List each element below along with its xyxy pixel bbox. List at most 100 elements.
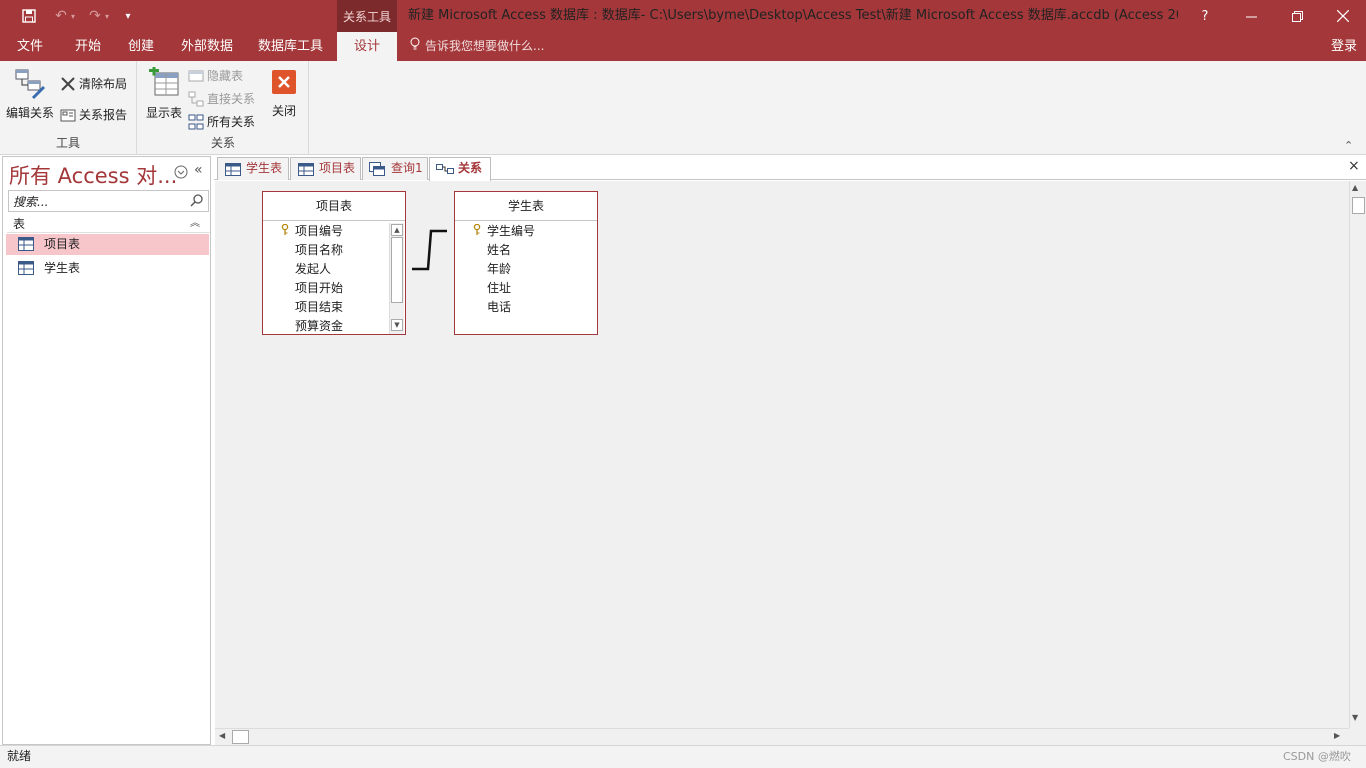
tab-relationships[interactable]: 关系 xyxy=(429,157,491,181)
nav-collapse-icon[interactable]: « xyxy=(194,162,203,178)
relationships-canvas[interactable]: 项目表 项目编号 项目名称 发起人 项目开始 项目结束 预算资金 ▲ ▼ 学生表… xyxy=(215,181,1349,728)
collapse-ribbon-icon[interactable]: ⌃ xyxy=(1344,139,1353,152)
doc-tab-label: 查询1 xyxy=(391,161,423,175)
query-icon xyxy=(369,162,385,183)
restore-icon[interactable] xyxy=(1274,0,1320,32)
tab-external-data[interactable]: 外部数据 xyxy=(177,32,237,61)
scroll-thumb[interactable] xyxy=(1352,197,1365,214)
table-icon xyxy=(18,237,34,258)
ribbon-tabs: 文件 开始 创建 外部数据 数据库工具 设计 告诉我您想要做什么... 登录 xyxy=(0,32,1366,61)
undo-dropdown-icon[interactable]: ▾ xyxy=(62,6,84,26)
field-item[interactable]: 发起人 xyxy=(295,260,331,279)
relationships-group: 显示表 隐藏表 直接关系 所有关系 关闭 关系 xyxy=(138,61,309,155)
minimize-icon[interactable] xyxy=(1228,0,1274,32)
direct-relationships-button[interactable]: 直接关系 xyxy=(188,90,255,107)
tell-me-label: 告诉我您想要做什么... xyxy=(425,39,545,53)
nav-search-input[interactable]: 搜索... xyxy=(8,190,209,212)
relationship-line[interactable] xyxy=(409,225,449,275)
scroll-corner xyxy=(1349,728,1366,745)
tab-query1[interactable]: 查询1 xyxy=(362,157,428,180)
edit-relationships-button[interactable]: 编辑关系 xyxy=(4,67,56,121)
field-item[interactable]: 电话 xyxy=(487,298,511,317)
scroll-down-icon[interactable]: ▼ xyxy=(391,319,403,331)
vertical-scrollbar[interactable]: ▲ ▼ xyxy=(1349,181,1366,728)
help-button[interactable]: ? xyxy=(1182,0,1228,32)
customize-qat-icon[interactable]: ▾ xyxy=(117,6,139,26)
group-collapse-icon[interactable]: ︽ xyxy=(190,215,200,233)
field-item[interactable]: 姓名 xyxy=(487,241,511,260)
scroll-down-icon[interactable]: ▼ xyxy=(1352,713,1358,722)
redo-dropdown-icon[interactable]: ▾ xyxy=(96,6,118,26)
tools-group-label: 工具 xyxy=(55,136,80,150)
scroll-thumb[interactable] xyxy=(232,730,249,744)
tab-create[interactable]: 创建 xyxy=(124,32,158,61)
hide-table-icon xyxy=(188,68,204,84)
field-item[interactable]: 住址 xyxy=(487,279,511,298)
nav-item-label: 项目表 xyxy=(44,237,81,251)
field-item[interactable]: 项目编号 xyxy=(295,222,343,241)
tab-home[interactable]: 开始 xyxy=(71,32,105,61)
nav-menu-dropdown-icon[interactable] xyxy=(174,165,188,182)
doc-tab-label: 项目表 xyxy=(319,161,356,175)
tab-student-table[interactable]: 学生表 xyxy=(217,157,289,180)
close-document-icon[interactable]: × xyxy=(1348,158,1360,174)
report-icon xyxy=(60,107,76,123)
hide-table-button[interactable]: 隐藏表 xyxy=(188,67,243,84)
document-tabs: 学生表 项目表 查询1 关系 × xyxy=(214,156,1366,181)
nav-item-label: 学生表 xyxy=(44,261,81,275)
login-link[interactable]: 登录 xyxy=(1331,32,1357,61)
status-text: 就绪 xyxy=(7,749,32,763)
field-item[interactable]: 项目结束 xyxy=(295,298,343,317)
nav-group-label: 表 xyxy=(13,217,26,231)
window-title: 新建 Microsoft Access 数据库 : 数据库- C:\Users\… xyxy=(408,8,1178,23)
nav-item-project-table[interactable]: 项目表 xyxy=(6,234,209,255)
save-icon[interactable] xyxy=(18,6,40,26)
field-item[interactable]: 项目开始 xyxy=(295,279,343,298)
all-relationships-button[interactable]: 所有关系 xyxy=(188,113,255,130)
show-table-button[interactable]: 显示表 xyxy=(144,65,184,121)
tab-file[interactable]: 文件 xyxy=(13,32,47,61)
close-window-icon[interactable] xyxy=(1320,0,1366,32)
relationships-group-label: 关系 xyxy=(210,136,235,150)
all-relationships-icon xyxy=(188,114,204,130)
field-item[interactable]: 学生编号 xyxy=(487,222,535,241)
primary-key-icon xyxy=(281,223,289,236)
nav-pane-title[interactable]: 所有 Access 对... xyxy=(9,160,177,190)
table-box-title[interactable]: 学生表 xyxy=(455,192,597,221)
direct-relationships-label: 直接关系 xyxy=(207,92,256,106)
table-box-project[interactable]: 项目表 项目编号 项目名称 发起人 项目开始 项目结束 预算资金 ▲ ▼ xyxy=(262,191,406,335)
scroll-right-icon[interactable]: ▶ xyxy=(1334,731,1340,740)
close-relationships-button[interactable]: 关闭 xyxy=(266,69,302,119)
field-list-scrollbar[interactable]: ▲ ▼ xyxy=(389,223,404,334)
scroll-thumb[interactable] xyxy=(391,237,403,303)
field-item[interactable]: 项目名称 xyxy=(295,241,343,260)
navigation-pane: 所有 Access 对... « 搜索... 表 ︽ 项目表 学生表 xyxy=(2,156,211,745)
table-box-student[interactable]: 学生表 学生编号 姓名 年龄 住址 电话 xyxy=(454,191,598,335)
tab-database-tools[interactable]: 数据库工具 xyxy=(254,32,327,61)
clear-layout-label: 清除布局 xyxy=(79,77,128,91)
tell-me-search[interactable]: 告诉我您想要做什么... xyxy=(410,32,544,61)
field-item[interactable]: 年龄 xyxy=(487,260,511,279)
scroll-up-icon[interactable]: ▲ xyxy=(1352,183,1358,192)
relationship-report-button[interactable]: 关系报告 xyxy=(60,106,127,123)
table-box-title[interactable]: 项目表 xyxy=(263,192,405,221)
doc-tab-label: 关系 xyxy=(458,161,483,175)
tab-project-table[interactable]: 项目表 xyxy=(290,157,361,180)
ribbon: 编辑关系 清除布局 关系报告 工具 显示表 隐藏表 直接关系 所有关系 关闭 关… xyxy=(0,61,1366,155)
all-relationships-label: 所有关系 xyxy=(207,115,256,129)
table-icon xyxy=(18,261,34,282)
search-icon[interactable] xyxy=(190,194,203,210)
field-item[interactable]: 预算资金 xyxy=(295,317,343,334)
edit-relationships-icon xyxy=(13,67,47,104)
nav-group-tables[interactable]: 表 ︽ xyxy=(7,215,210,233)
clear-x-icon xyxy=(60,76,76,92)
tools-group: 编辑关系 清除布局 关系报告 工具 xyxy=(0,61,137,155)
scroll-up-icon[interactable]: ▲ xyxy=(391,224,403,236)
close-label: 关闭 xyxy=(271,104,296,118)
tab-design[interactable]: 设计 xyxy=(337,32,397,61)
scroll-left-icon[interactable]: ◀ xyxy=(219,731,225,740)
clear-layout-button[interactable]: 清除布局 xyxy=(60,75,127,92)
doc-tab-label: 学生表 xyxy=(246,161,283,175)
nav-item-student-table[interactable]: 学生表 xyxy=(6,258,209,279)
horizontal-scrollbar[interactable]: ◀ ▶ xyxy=(215,728,1349,745)
